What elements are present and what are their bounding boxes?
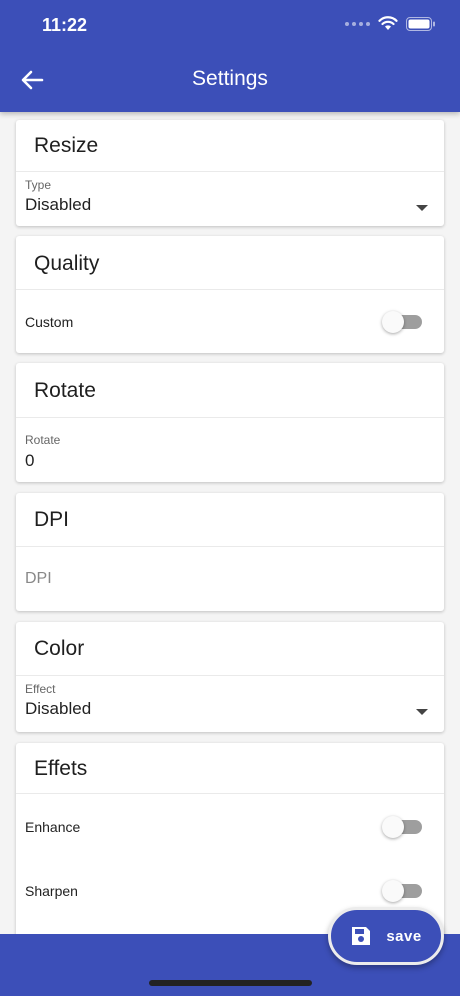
effects-sharpen-label: Sharpen	[25, 883, 78, 899]
color-effect-value: Disabled	[25, 699, 92, 718]
divider	[16, 289, 444, 290]
save-button-label: save	[386, 927, 422, 945]
save-button[interactable]: save	[328, 907, 444, 965]
resize-title: Resize	[34, 134, 99, 157]
app-bar: 11:22 Settings	[0, 0, 460, 112]
signal-dots-icon	[345, 21, 370, 26]
quality-custom-toggle[interactable]	[382, 310, 422, 334]
resize-type-label: Type	[25, 178, 52, 192]
effects-sharpen-toggle[interactable]	[382, 879, 422, 903]
rotate-input[interactable]: Rotate 0	[16, 418, 444, 478]
color-card: Color Effect Disabled	[16, 622, 444, 732]
quality-title: Quality	[34, 252, 100, 275]
rotate-title: Rotate	[34, 379, 96, 402]
save-icon	[352, 927, 371, 945]
color-effect-label: Effect	[25, 682, 56, 696]
effects-enhance-toggle[interactable]	[382, 815, 422, 839]
resize-type-value: Disabled	[25, 195, 92, 214]
quality-custom-label: Custom	[25, 314, 74, 330]
quality-card: Quality Custom	[16, 236, 444, 353]
dropdown-caret-icon	[416, 205, 428, 211]
wifi-icon	[378, 16, 398, 30]
dropdown-caret-icon	[416, 709, 428, 715]
dpi-title: DPI	[34, 508, 70, 531]
settings-list[interactable]: Resize Type Disabled Quality Custom Rota…	[0, 112, 460, 936]
battery-icon	[406, 16, 435, 31]
dpi-card: DPI DPI	[16, 493, 444, 611]
page-title: Settings	[192, 67, 268, 90]
divider	[16, 793, 444, 794]
effects-title: Effets	[34, 757, 88, 780]
color-effect-select[interactable]: Effect Disabled	[16, 676, 444, 732]
rotate-card: Rotate Rotate 0	[16, 363, 444, 482]
status-icons	[345, 16, 436, 31]
rotate-input-value: 0	[25, 451, 35, 470]
effects-enhance-label: Enhance	[25, 819, 81, 835]
status-time: 11:22	[42, 15, 88, 35]
color-title: Color	[34, 637, 85, 660]
resize-card: Resize Type Disabled	[16, 120, 444, 226]
dpi-input-placeholder: DPI	[25, 570, 52, 587]
home-indicator	[149, 980, 312, 986]
dpi-input[interactable]: DPI	[16, 547, 444, 607]
rotate-input-label: Rotate	[25, 433, 61, 447]
resize-type-select[interactable]: Type Disabled	[16, 172, 444, 226]
